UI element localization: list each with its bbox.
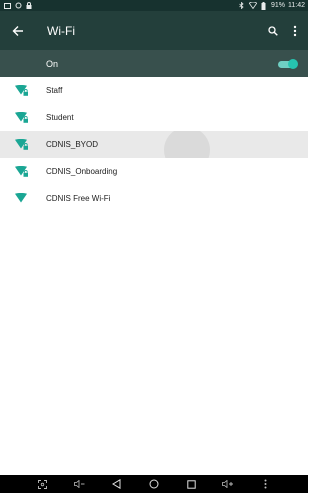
app-bar: Wi-Fi (0, 11, 308, 50)
wifi-secured-icon (0, 104, 46, 131)
network-list: Staff Student CDNIS_BYOD CDNIS_Onboardin… (0, 77, 308, 212)
more-vert-icon (264, 479, 267, 489)
sync-notification-icon (14, 2, 22, 10)
wifi-master-switch-bar[interactable]: On (0, 50, 308, 77)
network-ssid: CDNIS_BYOD (46, 140, 99, 149)
wifi-secured-icon (0, 158, 46, 185)
back-button[interactable] (109, 476, 125, 492)
network-row-student[interactable]: Student (0, 104, 308, 131)
network-row-cdnis-onboarding[interactable]: CDNIS_Onboarding (0, 158, 308, 185)
navigation-bar (0, 475, 308, 493)
volume-down-button[interactable] (72, 476, 88, 492)
status-bar: 91% 11:42 (0, 0, 308, 11)
wifi-secured-icon (0, 77, 46, 104)
bluetooth-icon (238, 2, 246, 10)
screenshot-icon (38, 479, 48, 489)
overflow-menu-button[interactable] (284, 11, 306, 50)
page-title: Wi-Fi (47, 23, 75, 38)
clock: 11:42 (288, 2, 305, 9)
search-button[interactable] (262, 11, 284, 50)
network-row-staff[interactable]: Staff (0, 77, 308, 104)
touch-ripple (164, 131, 210, 158)
network-ssid: CDNIS Free Wi-Fi (46, 194, 111, 203)
arrow-back-icon (12, 25, 23, 36)
system-status-icons: 91% 11:42 (238, 1, 305, 10)
network-ssid: Student (46, 113, 74, 122)
recents-icon (186, 479, 196, 489)
screenshot-button[interactable] (35, 476, 51, 492)
back-icon (112, 479, 121, 489)
home-icon (149, 479, 159, 489)
gallery-notification-icon (3, 2, 11, 10)
toggle-thumb (288, 58, 298, 69)
search-icon (268, 25, 278, 36)
volume-down-icon (74, 480, 85, 488)
wifi-secured-icon (0, 131, 46, 158)
recents-button[interactable] (183, 476, 199, 492)
network-ssid: Staff (46, 86, 63, 95)
more-vert-icon (293, 25, 297, 36)
navigate-up-button[interactable] (0, 11, 36, 50)
wifi-status-icon (248, 2, 257, 10)
battery-icon (260, 1, 268, 10)
volume-up-button[interactable] (220, 476, 236, 492)
lock-notification-icon (25, 2, 33, 10)
wifi-switch-label: On (46, 58, 59, 69)
network-ssid: CDNIS_Onboarding (46, 167, 118, 176)
home-button[interactable] (146, 476, 162, 492)
wifi-open-icon (0, 185, 46, 212)
battery-percent: 91% (270, 2, 285, 9)
notification-icons (3, 2, 33, 10)
wifi-toggle[interactable] (278, 58, 298, 69)
volume-up-icon (222, 480, 234, 488)
network-row-cdnis-byod[interactable]: CDNIS_BYOD (0, 131, 308, 158)
network-row-cdnis-free-wifi[interactable]: CDNIS Free Wi-Fi (0, 185, 308, 212)
nav-more-button[interactable] (257, 476, 273, 492)
